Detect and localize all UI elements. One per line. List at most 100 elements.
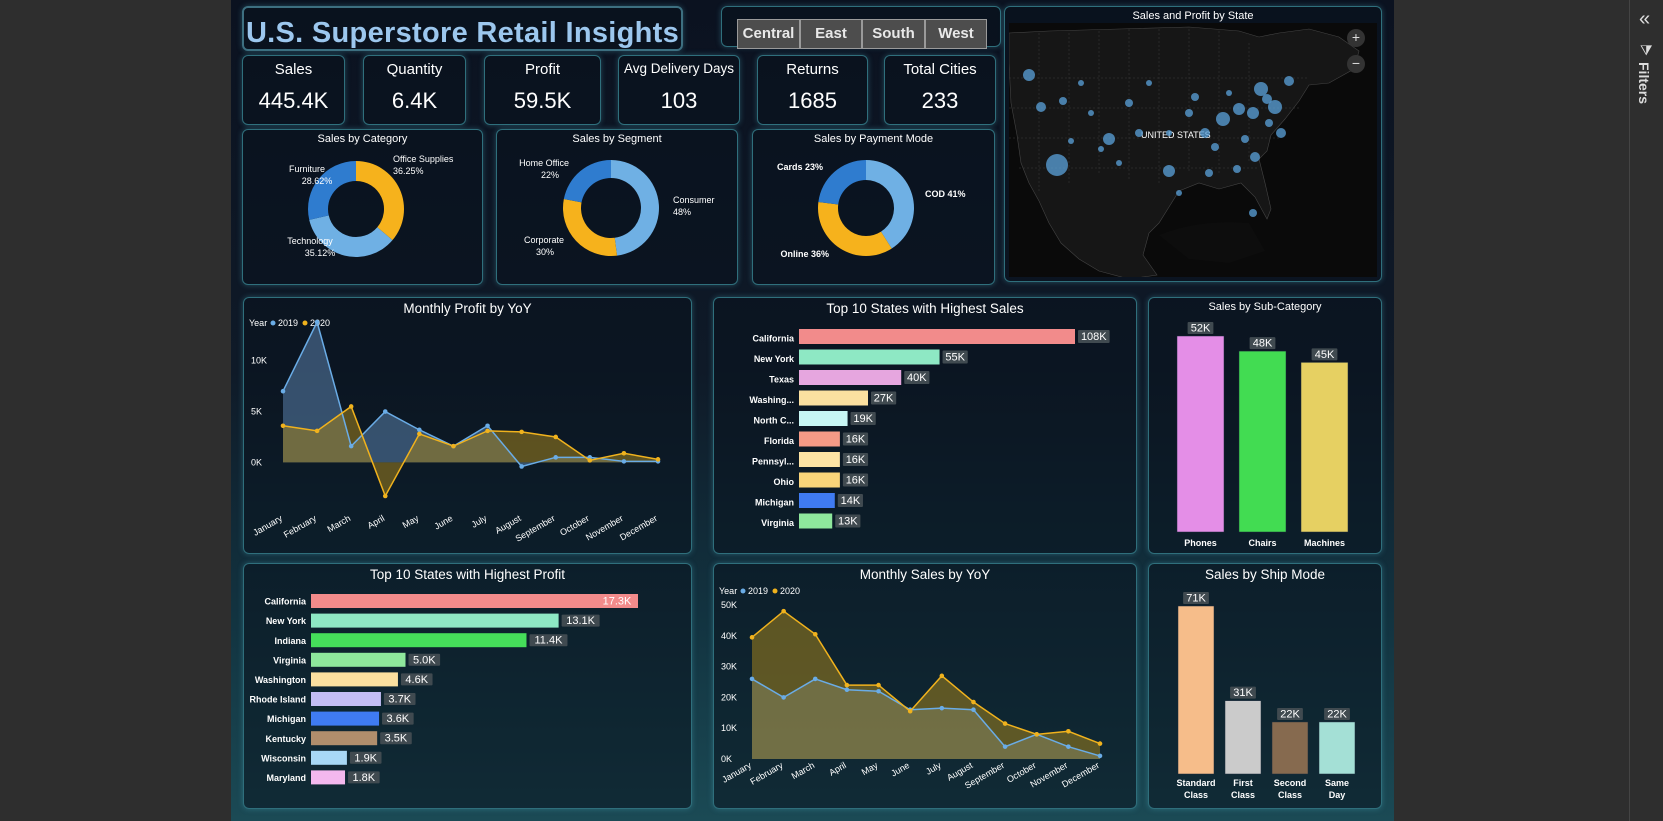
zoom-in-button[interactable]: + [1347, 29, 1365, 47]
bar [1176, 335, 1225, 533]
y-tick-label: 30K [721, 662, 737, 672]
map-area[interactable]: UNITED STATES + − [1009, 23, 1377, 277]
bar [799, 452, 840, 467]
data-label: 16K [846, 454, 866, 466]
region-button-central[interactable]: Central [737, 19, 800, 49]
data-point [812, 631, 818, 637]
slice-label: Online 36% [780, 249, 829, 259]
filters-pane[interactable]: « ⧩ Filters [1629, 0, 1663, 821]
bar-category-label: North C... [754, 416, 795, 426]
legend-marker [302, 320, 308, 326]
bar-category-label: Washing... [749, 395, 794, 405]
state-bubble [1103, 133, 1115, 145]
data-point [553, 434, 559, 440]
legend-marker [270, 320, 276, 326]
legend-marker [772, 588, 778, 594]
sales-by-subcategory-chart: 52K Phones 48K Chairs 45K Machines [1176, 322, 1349, 548]
data-label: 11.4K [535, 635, 564, 647]
map-card[interactable]: Sales and Profit by State UNITED STATES … [1004, 6, 1382, 282]
bar [311, 594, 638, 608]
y-tick-label: 0K [251, 457, 262, 467]
data-point [1002, 721, 1008, 726]
data-point [655, 457, 661, 462]
bar-category-label: California [752, 334, 795, 344]
slice-label: Corporate [524, 235, 564, 245]
region-button-south[interactable]: South [862, 19, 925, 49]
kpi-value: 103 [660, 88, 698, 113]
monthly-sales-chart: Year 2019 20200K10K20K30K40K50KJanuaryFebr… [719, 586, 1103, 791]
sales-by-subcategory-card: Sales by Sub-Category 52K Phones 48K Chairs… [1148, 297, 1382, 554]
kpi-value: 59.5K [513, 88, 572, 113]
slice-label: Home Office [519, 158, 569, 168]
bar-category-label: New York [754, 354, 795, 364]
x-tick-label: May [860, 760, 880, 777]
double-chevron-left-icon[interactable]: « [1639, 8, 1650, 31]
bar-category-label: Phones [1184, 538, 1217, 548]
bar-category-label: Michigan [267, 714, 306, 724]
bar [799, 513, 833, 529]
data-label: 71K [1186, 593, 1206, 605]
bar-category-label: Michigan [755, 498, 794, 508]
data-point [417, 431, 422, 437]
slice-label: Technology [287, 236, 333, 246]
top-states-profit-card: Top 10 States with Highest Profit Califo… [243, 563, 692, 809]
bar [1224, 700, 1262, 775]
kpi-value: 233 [921, 88, 959, 113]
sales-by-payment-mode-donut: COD 41% Online 36% Cards 23% [777, 160, 966, 259]
x-tick-label: July [924, 760, 943, 777]
state-bubble [1068, 138, 1074, 144]
x-tick-label: November [584, 513, 625, 542]
state-bubble [1078, 80, 1084, 86]
y-tick-label: 10K [721, 723, 737, 733]
data-label: 16K [846, 434, 866, 446]
x-tick-label: February [282, 513, 319, 540]
state-bubble [1116, 160, 1122, 166]
state-bubble [1276, 128, 1286, 138]
state-bubble [1284, 76, 1294, 86]
kpi-value: 445.4K [258, 88, 329, 113]
kpi-card-quantity: Quantity 6.4K [363, 55, 466, 125]
bar-category-label: Rhode Island [249, 695, 306, 705]
state-bubble [1046, 154, 1068, 176]
data-point [1066, 728, 1071, 734]
us-map: UNITED STATES [1009, 26, 1360, 277]
bar [311, 750, 347, 765]
data-label: 31K [1233, 687, 1253, 699]
bar [1318, 721, 1356, 775]
x-tick-label: March [326, 513, 353, 534]
x-tick-label: April [827, 760, 848, 778]
region-button-east[interactable]: East [800, 19, 862, 49]
data-label: 5.0K [413, 654, 436, 666]
data-label: 17.3K [603, 596, 632, 608]
bar-category-label: California [264, 597, 307, 607]
zoom-out-button[interactable]: − [1347, 55, 1365, 73]
bar-category-label: Machines [1304, 538, 1345, 548]
state-bubble [1059, 97, 1067, 105]
data-label: 40K [907, 372, 927, 384]
region-button-west[interactable]: West [925, 19, 987, 49]
x-tick-label: May [401, 513, 421, 530]
state-bubble [1166, 130, 1172, 136]
sales-by-segment-card: Sales by Segment Consumer 48% Corporate 30%… [496, 129, 738, 285]
bar-category-label: Ohio [774, 477, 795, 487]
state-bubble [1216, 112, 1230, 126]
data-point [621, 450, 627, 456]
slice-label: COD 41% [925, 189, 966, 199]
series-area-2020 [283, 406, 658, 496]
data-point [485, 428, 490, 434]
data-label: 19K [853, 413, 873, 425]
data-point [451, 443, 456, 449]
data-point [621, 459, 627, 464]
data-label: 108K [1081, 331, 1107, 343]
slice-value-label: 22% [541, 170, 559, 180]
bar [1238, 350, 1287, 533]
bar-category-label: Class [1231, 790, 1255, 800]
legend-label: 2019 [748, 586, 768, 596]
data-label: 55K [945, 352, 965, 364]
state-bubble [1233, 165, 1241, 173]
bar [311, 711, 380, 726]
slice-label: Office Supplies [393, 154, 454, 164]
filters-label[interactable]: Filters [1636, 62, 1652, 104]
kpi-label: Quantity [386, 61, 443, 78]
slice-value-label: 28.62% [302, 176, 333, 186]
